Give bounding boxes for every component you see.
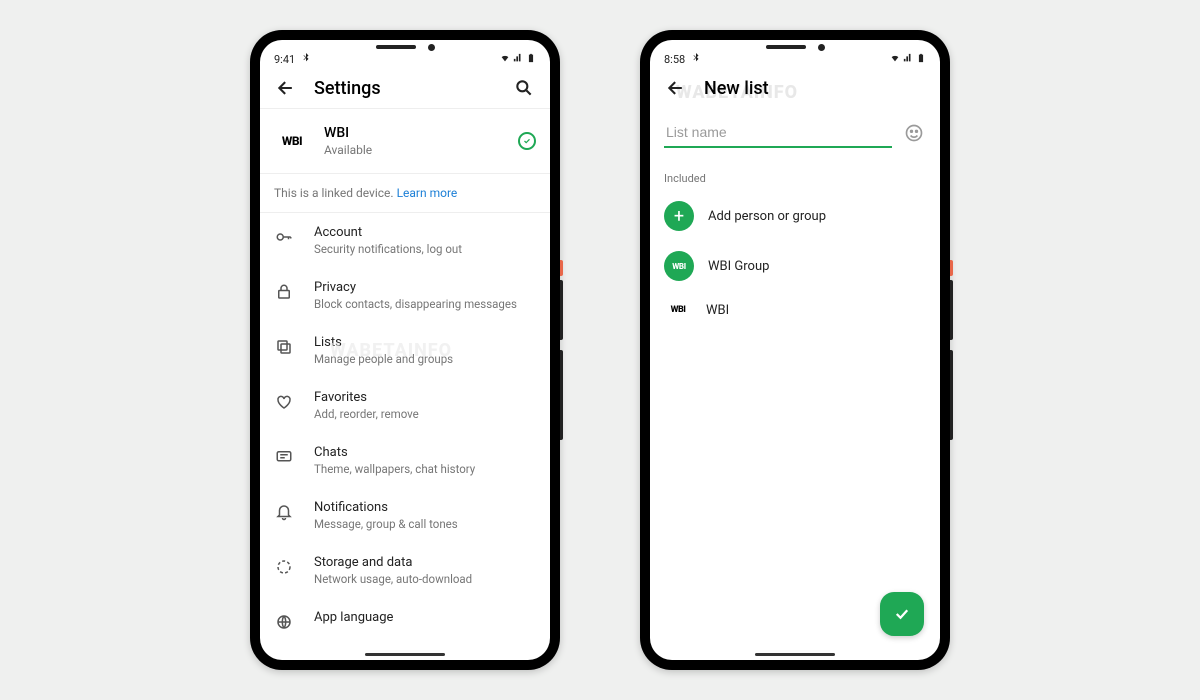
list-item-group[interactable]: WBI WBI Group [650, 241, 940, 291]
nav-pill [365, 653, 445, 656]
setting-account[interactable]: AccountSecurity notifications, log out [260, 213, 550, 268]
profile-name: WBI [324, 125, 504, 141]
list-item-contact[interactable]: WBI WBI [650, 291, 940, 329]
key-icon [274, 227, 294, 247]
profile-status: Available [324, 143, 504, 157]
list-name-input[interactable] [664, 118, 892, 148]
volume-button [950, 350, 953, 440]
status-bluetooth-icon [301, 53, 311, 66]
setting-privacy[interactable]: PrivacyBlock contacts, disappearing mess… [260, 268, 550, 323]
setting-storage[interactable]: Storage and dataNetwork usage, auto-down… [260, 543, 550, 598]
power-button [950, 280, 953, 340]
plus-icon: + [664, 201, 694, 231]
page-title: New list [704, 78, 926, 99]
list-item-label: WBI Group [708, 259, 769, 274]
data-icon [274, 557, 294, 577]
status-bluetooth-icon [691, 53, 701, 66]
status-time: 8:58 [664, 53, 685, 66]
bell-icon [274, 502, 294, 522]
signal-icon [903, 53, 913, 66]
volume-button [560, 350, 563, 440]
contact-avatar: WBI [664, 301, 692, 319]
globe-icon [274, 612, 294, 632]
list-name-row [650, 108, 940, 154]
lock-icon [274, 282, 294, 302]
signal-icon [513, 53, 523, 66]
emoji-icon[interactable] [902, 121, 926, 145]
side-accent [560, 260, 563, 276]
back-icon[interactable] [274, 76, 298, 100]
heart-icon [274, 392, 294, 412]
header: Settings [260, 68, 550, 109]
section-included: Included [650, 154, 940, 191]
search-icon[interactable] [512, 76, 536, 100]
setting-chats[interactable]: ChatsTheme, wallpapers, chat history [260, 433, 550, 488]
status-time: 9:41 [274, 53, 295, 66]
power-button [560, 280, 563, 340]
confirm-fab[interactable] [880, 592, 924, 636]
chat-icon [274, 447, 294, 467]
learn-more-link[interactable]: Learn more [397, 186, 458, 200]
wifi-icon [500, 53, 510, 66]
battery-icon [916, 53, 926, 66]
setting-lists[interactable]: ListsManage people and groups [260, 323, 550, 378]
nav-pill [755, 653, 835, 656]
header: New list [650, 68, 940, 108]
screen-newlist: 8:58 WABETAINFO New list Included + [650, 40, 940, 660]
battery-icon [526, 53, 536, 66]
setting-favorites[interactable]: FavoritesAdd, reorder, remove [260, 378, 550, 433]
avatar: WBI [274, 123, 310, 159]
group-avatar: WBI [664, 251, 694, 281]
notch [365, 40, 445, 54]
setting-language[interactable]: App language [260, 598, 550, 644]
lists-icon [274, 337, 294, 357]
setting-notifications[interactable]: NotificationsMessage, group & call tones [260, 488, 550, 543]
phone-frame-newlist: 8:58 WABETAINFO New list Included + [640, 30, 950, 670]
wifi-icon [890, 53, 900, 66]
page-title: Settings [314, 78, 496, 99]
add-person-label: Add person or group [708, 209, 826, 224]
add-person-row[interactable]: + Add person or group [650, 191, 940, 241]
screen-settings: 9:41 Settings WBI WBI Available [260, 40, 550, 660]
verified-icon [518, 132, 536, 150]
phone-frame-settings: 9:41 Settings WBI WBI Available [250, 30, 560, 670]
settings-list: WABETAINFO AccountSecurity notifications… [260, 213, 550, 660]
profile-row[interactable]: WBI WBI Available [260, 109, 550, 174]
back-icon[interactable] [664, 76, 688, 100]
side-accent [950, 260, 953, 276]
notch [755, 40, 835, 54]
list-item-label: WBI [706, 303, 729, 318]
linked-device-notice: This is a linked device. Learn more [260, 174, 550, 213]
